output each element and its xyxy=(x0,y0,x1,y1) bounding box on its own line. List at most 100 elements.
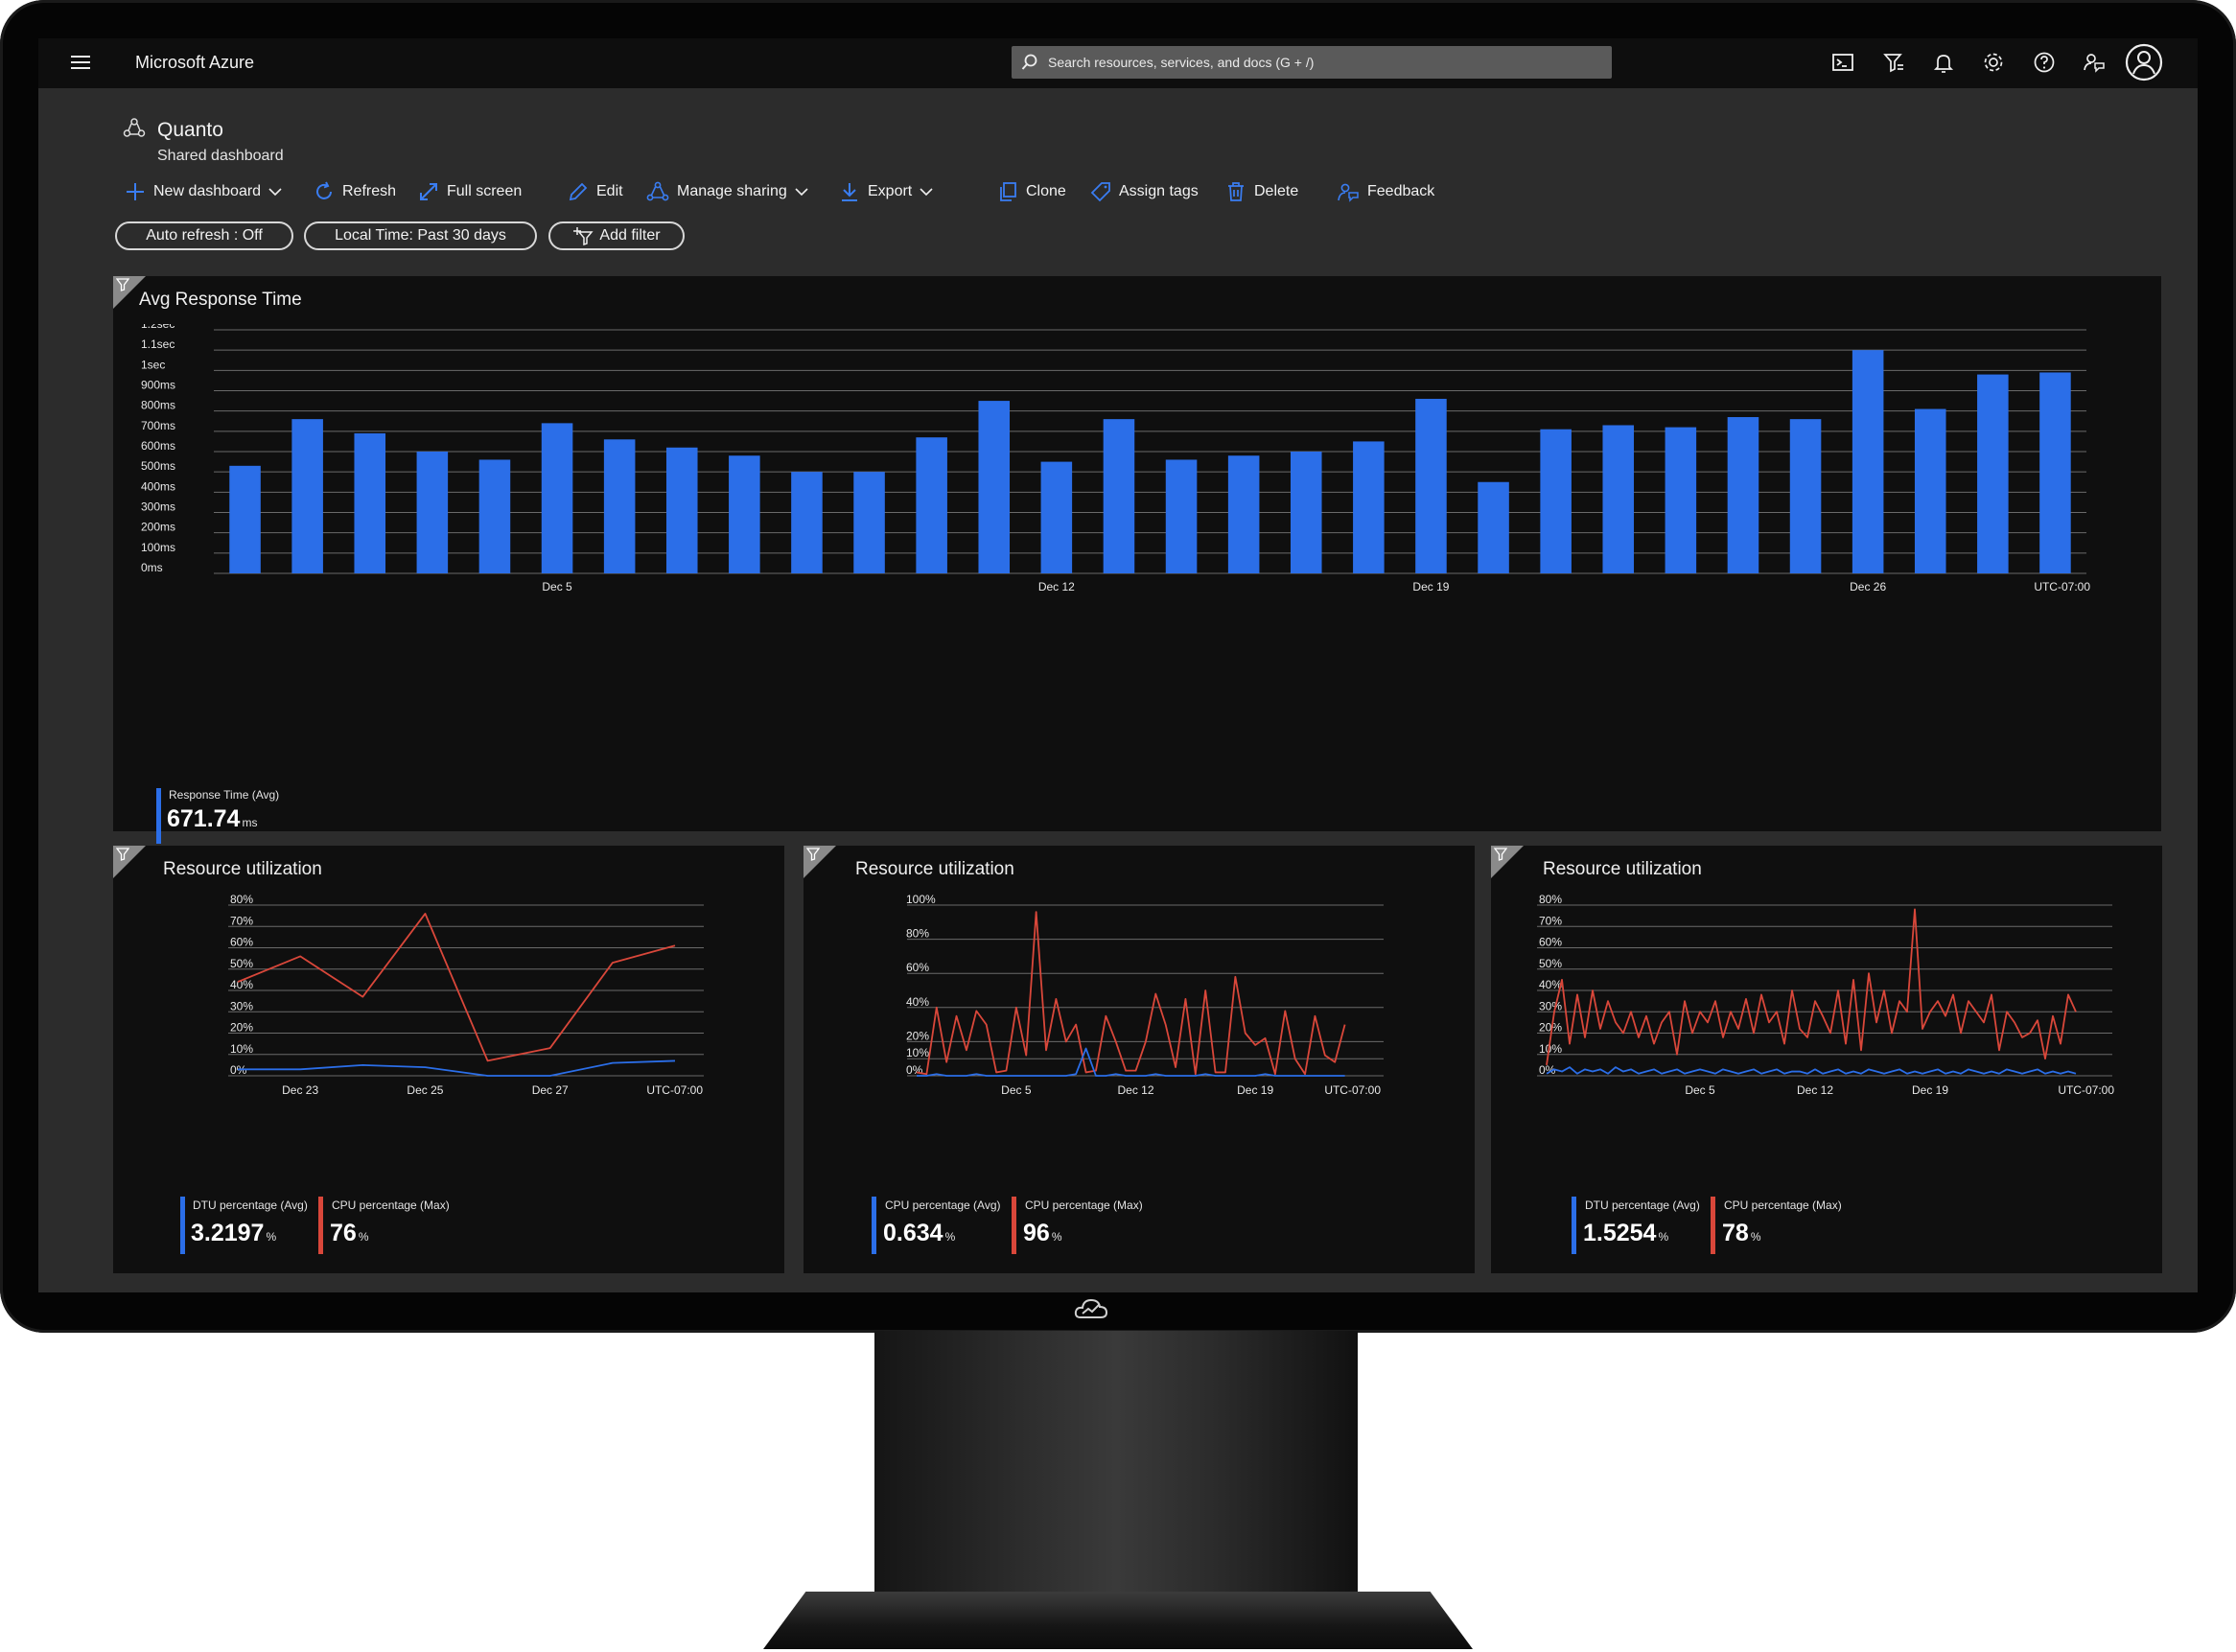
bar xyxy=(1977,374,2009,573)
tile-title: Resource utilization xyxy=(855,859,1014,879)
plus-icon xyxy=(127,183,144,200)
legend-label: DTU percentage (Avg) xyxy=(1585,1198,1700,1212)
edit-button[interactable]: Edit xyxy=(568,180,623,203)
y-tick-label: 60% xyxy=(230,936,253,949)
avg-response-time-tile[interactable]: Avg Response Time 0ms 100ms 200ms 300ms 400m… xyxy=(113,276,2161,844)
chevron-down-icon xyxy=(268,188,282,197)
y-tick-label: 50% xyxy=(230,957,253,970)
assign-tags-button[interactable]: Assign tags xyxy=(1090,180,1199,203)
legend-label: CPU percentage (Max) xyxy=(332,1198,450,1212)
bar xyxy=(665,447,698,573)
resource-utilization-tile-2[interactable]: Resource utilization 0% 10% 20% 40% 60% 80% 10… xyxy=(804,846,1475,1273)
local-time-pill[interactable]: Local Time: Past 30 days xyxy=(304,221,537,250)
bar xyxy=(541,423,573,573)
series-line xyxy=(237,912,676,1062)
bar xyxy=(1914,408,1946,573)
legend-number: 76 xyxy=(330,1220,357,1246)
bar xyxy=(1353,441,1385,573)
bar xyxy=(478,459,511,573)
account-icon[interactable] xyxy=(2125,43,2163,81)
bar xyxy=(291,419,323,573)
feedback-icon[interactable] xyxy=(2082,50,2107,75)
bar xyxy=(916,437,947,573)
manage-sharing-button[interactable]: Manage sharing xyxy=(646,180,808,203)
legend-unit: ms xyxy=(242,816,258,829)
bar xyxy=(791,472,823,573)
legend-value: 0.634% xyxy=(883,1220,955,1247)
resource-utilization-tile-1[interactable]: Resource utilization 0% 10% 20% 30% 40% 50% 60… xyxy=(113,846,784,1273)
legend-number: 78 xyxy=(1722,1220,1749,1246)
full-screen-label: Full screen xyxy=(447,183,523,199)
search-box[interactable]: Search resources, services, and docs (G … xyxy=(1012,46,1612,79)
full-screen-button[interactable]: Full screen xyxy=(418,180,522,203)
timezone-label: UTC-07:00 xyxy=(2034,580,2090,593)
pencil-icon xyxy=(569,182,588,201)
x-tick-label: Dec 19 xyxy=(1912,1083,1948,1097)
delete-button[interactable]: Delete xyxy=(1225,180,1298,203)
timezone-label: UTC-07:00 xyxy=(1324,1083,1381,1097)
dashboard-subtitle: Shared dashboard xyxy=(157,148,284,164)
legend-label: CPU percentage (Max) xyxy=(1025,1198,1143,1212)
y-tick-label: 1.1sec xyxy=(141,337,175,351)
notifications-icon[interactable] xyxy=(1931,50,1956,75)
y-tick-label: 0ms xyxy=(141,561,163,574)
legend-bar xyxy=(318,1197,323,1254)
auto-refresh-pill[interactable]: Auto refresh : Off xyxy=(115,221,293,250)
refresh-button[interactable]: Refresh xyxy=(314,180,396,203)
timezone-label: UTC-07:00 xyxy=(646,1083,703,1097)
series-line xyxy=(916,911,1346,1076)
legend-label: CPU percentage (Avg) xyxy=(885,1198,1001,1212)
legend-value: 671.74 ms xyxy=(167,805,257,833)
y-tick-label: 500ms xyxy=(141,459,175,473)
top-bar: Microsoft Azure Search resources, servic… xyxy=(38,38,2198,88)
filter-icon[interactable] xyxy=(116,278,129,291)
filter-icon[interactable] xyxy=(806,848,820,861)
y-tick-label: 40% xyxy=(906,995,929,1009)
tile-title: Resource utilization xyxy=(163,859,322,879)
bar xyxy=(354,432,386,573)
export-button[interactable]: Export xyxy=(839,180,933,203)
y-tick-label: 1.2sec xyxy=(141,324,175,331)
app-title[interactable]: Microsoft Azure xyxy=(135,53,254,73)
filter-icon[interactable] xyxy=(116,848,129,861)
resource-utilization-chart-2: 0% 10% 20% 40% 60% 80% 100% Dec 5 Dec 12 Dec 19 UT… xyxy=(906,894,1384,1097)
menu-icon[interactable] xyxy=(71,55,90,70)
series-line xyxy=(1546,908,2077,1066)
legend-value: 3.2197% xyxy=(191,1220,276,1247)
resource-utilization-tile-3[interactable]: Resource utilization 0% 10% 20% 30% 40% 50% 60… xyxy=(1491,846,2162,1273)
bar xyxy=(729,455,760,573)
tile-title: Resource utilization xyxy=(1543,859,1702,879)
y-tick-label: 100ms xyxy=(141,541,175,554)
x-tick-label: Dec 5 xyxy=(1685,1083,1715,1097)
help-icon[interactable] xyxy=(2032,50,2057,75)
bar xyxy=(1227,455,1260,573)
x-tick-label: Dec 23 xyxy=(282,1083,318,1097)
legend-value: 96% xyxy=(1023,1220,1061,1247)
bar xyxy=(2039,372,2071,573)
filter-icon[interactable] xyxy=(1494,848,1507,861)
refresh-icon xyxy=(316,181,332,199)
add-filter-pill[interactable]: Add filter xyxy=(548,221,685,250)
bar xyxy=(978,401,1011,573)
new-dashboard-label: New dashboard xyxy=(153,183,262,199)
expand-icon xyxy=(420,183,437,200)
legend-unit: % xyxy=(944,1230,956,1244)
cloud-chart-logo-icon xyxy=(1074,1298,1108,1318)
settings-icon[interactable] xyxy=(1981,50,2006,75)
bar xyxy=(1103,419,1135,573)
legend-unit: % xyxy=(358,1230,369,1244)
y-tick-label: 20% xyxy=(906,1029,929,1042)
clone-label: Clone xyxy=(1026,183,1066,199)
share-icon xyxy=(646,181,669,201)
y-tick-label: 30% xyxy=(230,999,253,1012)
add-filter-label: Add filter xyxy=(599,227,661,244)
legend-number: 0.634 xyxy=(883,1220,943,1246)
clone-button[interactable]: Clone xyxy=(997,180,1066,203)
cloud-shell-icon[interactable] xyxy=(1830,50,1855,75)
new-dashboard-button[interactable]: New dashboard xyxy=(125,180,282,203)
feedback-button[interactable]: Feedback xyxy=(1337,180,1434,203)
legend-bar xyxy=(1572,1197,1576,1254)
resource-utilization-chart-3: 0%10%20%30%40%50%60%70%80%Dec 5 Dec 12 Dec… xyxy=(1537,894,2114,1097)
bar xyxy=(229,465,261,573)
directory-filter-icon[interactable] xyxy=(1881,50,1906,75)
